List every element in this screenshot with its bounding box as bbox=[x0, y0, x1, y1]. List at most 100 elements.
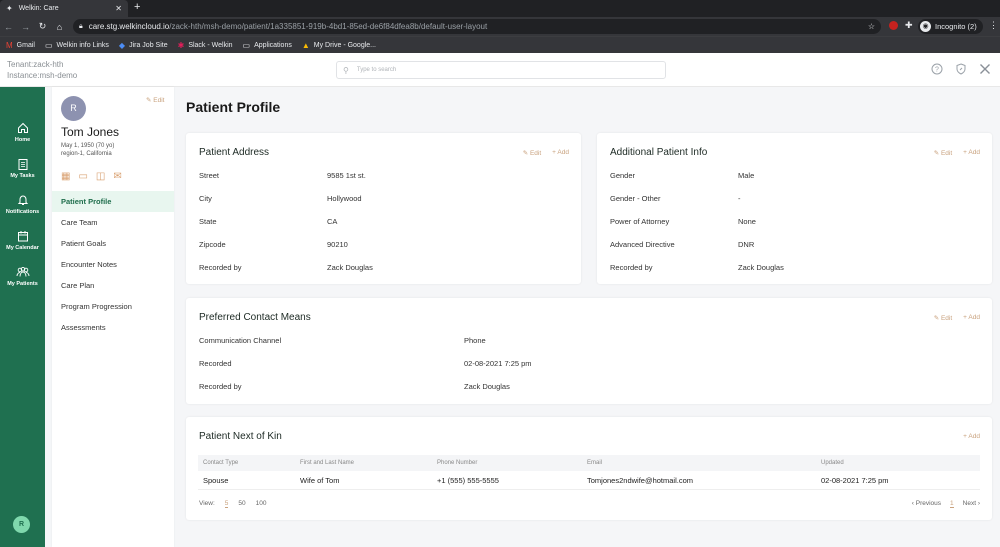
bookmark-label: My Drive - Google... bbox=[313, 41, 377, 49]
add-label: Add bbox=[557, 149, 569, 156]
search-input[interactable]: ⚲ Type to search bbox=[336, 61, 666, 79]
card-title: Patient Address bbox=[199, 147, 270, 158]
tab-title: Welkin: Care bbox=[18, 5, 59, 12]
column-header[interactable]: Phone Number bbox=[437, 455, 477, 471]
pagination: ‹ Previous 1 Next › bbox=[912, 500, 980, 508]
lock-icon: 🔒︎ bbox=[79, 22, 83, 30]
add-button[interactable]: + Add bbox=[963, 433, 980, 440]
field-value: DNR bbox=[738, 240, 755, 249]
edit-label: Edit bbox=[940, 150, 953, 157]
add-label: Add bbox=[968, 149, 980, 156]
people-icon bbox=[16, 266, 29, 277]
home-browser-icon[interactable]: ⌂ bbox=[51, 22, 68, 32]
patient-menu-item-program-progression[interactable]: Program Progression bbox=[52, 296, 174, 317]
bookmark-jira[interactable]: ◆ Jira Job Site bbox=[119, 41, 168, 50]
card-actions: ✎ Edit + Add bbox=[523, 149, 569, 157]
next-page-button[interactable]: Next › bbox=[963, 500, 980, 508]
bookmark-welkin-info[interactable]: ▭ Welkin info Links bbox=[45, 41, 109, 50]
column-header[interactable]: Contact Type bbox=[203, 455, 238, 471]
page-size-option[interactable]: 5 bbox=[224, 500, 229, 508]
search-icon: ⚲ bbox=[343, 65, 349, 75]
field-label: Gender bbox=[610, 171, 636, 180]
patient-address-card: Patient Address ✎ Edit + Add Street 9585 … bbox=[186, 133, 581, 284]
chat-icon[interactable]: ◫ bbox=[96, 171, 105, 182]
bookmark-slack[interactable]: ✱ Slack - Welkin bbox=[178, 41, 233, 50]
extensions-puzzle-icon[interactable]: ✚ bbox=[905, 20, 913, 31]
url-host: care.stg.welkincloud.io bbox=[88, 22, 170, 31]
profile-button[interactable]: ◉ Incognito (2) bbox=[918, 19, 983, 34]
edit-button[interactable]: ✎ Edit bbox=[934, 314, 952, 322]
field-label: Gender - Other bbox=[610, 194, 661, 203]
nav-label: My Calendar bbox=[6, 245, 39, 251]
add-button[interactable]: + Add bbox=[963, 149, 980, 157]
close-tab-icon[interactable]: ✕ bbox=[115, 4, 122, 13]
calendar-icon[interactable]: ▦ bbox=[61, 171, 70, 182]
page-title: Patient Profile bbox=[186, 99, 281, 115]
patient-actions: ▦ ▭ ◫ ✉ bbox=[61, 171, 122, 182]
nav-notifications[interactable]: Notifications bbox=[0, 194, 45, 215]
page-number[interactable]: 1 bbox=[950, 500, 954, 508]
bookmark-drive[interactable]: ▲ My Drive - Google... bbox=[302, 41, 376, 50]
patient-menu-item-encounter-notes[interactable]: Encounter Notes bbox=[52, 254, 174, 275]
field-label: Power of Attorney bbox=[610, 217, 670, 226]
edit-label: Edit bbox=[940, 315, 953, 322]
new-tab-icon[interactable]: + bbox=[134, 1, 140, 13]
patient-menu-item-profile[interactable]: Patient Profile bbox=[52, 191, 174, 212]
patient-menu-item-care-plan[interactable]: Care Plan bbox=[52, 275, 174, 296]
previous-page-button[interactable]: ‹ Previous bbox=[912, 500, 941, 508]
table-cell: Spouse bbox=[203, 476, 229, 485]
patient-menu-item-goals[interactable]: Patient Goals bbox=[52, 233, 174, 254]
table-row[interactable]: Spouse Wife of Tom +1 (555) 555-5555 Tom… bbox=[198, 472, 980, 490]
user-avatar[interactable]: R bbox=[13, 516, 30, 533]
field-value: Hollywood bbox=[327, 194, 362, 203]
column-header[interactable]: Email bbox=[587, 455, 602, 471]
bookmark-star-icon[interactable]: ☆ bbox=[868, 22, 875, 31]
slack-icon: ✱ bbox=[177, 40, 185, 50]
edit-button[interactable]: ✎ Edit bbox=[934, 149, 952, 157]
patient-menu-item-assessments[interactable]: Assessments bbox=[52, 317, 174, 338]
table-cell: +1 (555) 555-5555 bbox=[437, 476, 499, 485]
edit-patient-button[interactable]: ✎ Edit bbox=[146, 96, 164, 104]
add-button[interactable]: + Add bbox=[552, 149, 569, 157]
video-icon[interactable]: ▭ bbox=[78, 171, 87, 182]
url-input[interactable]: 🔒︎ care.stg.welkincloud.io/zack-hth/msh-… bbox=[73, 19, 881, 34]
folder-icon: ▭ bbox=[44, 40, 53, 50]
mail-icon[interactable]: ✉ bbox=[113, 171, 121, 182]
svg-text:?: ? bbox=[935, 67, 939, 74]
nav-my-patients[interactable]: My Patients bbox=[0, 266, 45, 287]
bookmark-gmail[interactable]: M Gmail bbox=[6, 41, 35, 50]
bookmark-applications[interactable]: ▭ Applications bbox=[243, 41, 292, 50]
browser-tab[interactable]: ✦ Welkin: Care ✕ bbox=[0, 0, 128, 17]
field-label: Recorded by bbox=[610, 263, 653, 272]
back-icon[interactable]: ← bbox=[0, 22, 17, 32]
tools-icon[interactable] bbox=[978, 63, 992, 77]
field-value: Phone bbox=[464, 336, 486, 345]
column-header[interactable]: Updated bbox=[821, 455, 844, 471]
column-header[interactable]: First and Last Name bbox=[300, 455, 354, 471]
forward-icon[interactable]: → bbox=[17, 22, 34, 32]
page-size-option[interactable]: 100 bbox=[256, 500, 267, 508]
help-icon[interactable]: ? bbox=[930, 63, 944, 77]
add-label: Add bbox=[968, 314, 980, 321]
patient-menu-item-care-team[interactable]: Care Team bbox=[52, 212, 174, 233]
table-cell: 02-08-2021 7:25 pm bbox=[821, 476, 889, 485]
patient-avatar: R bbox=[61, 96, 86, 121]
page-size-option[interactable]: 50 bbox=[238, 500, 245, 508]
reload-icon[interactable]: ↻ bbox=[34, 21, 51, 32]
nav-home[interactable]: Home bbox=[0, 122, 45, 143]
bookmarks-bar: M Gmail ▭ Welkin info Links ◆ Jira Job Site… bbox=[0, 36, 1000, 53]
browser-menu-icon[interactable]: ⋮ bbox=[989, 20, 998, 31]
table-cell: Tomjones2ndwife@hotmail.com bbox=[587, 476, 693, 485]
field-label: City bbox=[199, 194, 212, 203]
nav-my-tasks[interactable]: My Tasks bbox=[0, 158, 45, 179]
field-label: Recorded by bbox=[199, 263, 242, 272]
search-placeholder: Type to search bbox=[356, 67, 397, 73]
edit-label: Edit bbox=[529, 150, 542, 157]
bookmark-label: Gmail bbox=[16, 41, 35, 49]
incognito-icon: ◉ bbox=[920, 21, 931, 32]
shield-icon[interactable] bbox=[954, 63, 968, 77]
extension-icon[interactable] bbox=[889, 21, 898, 30]
add-button[interactable]: + Add bbox=[963, 314, 980, 322]
edit-button[interactable]: ✎ Edit bbox=[523, 149, 541, 157]
nav-my-calendar[interactable]: My Calendar bbox=[0, 230, 45, 251]
